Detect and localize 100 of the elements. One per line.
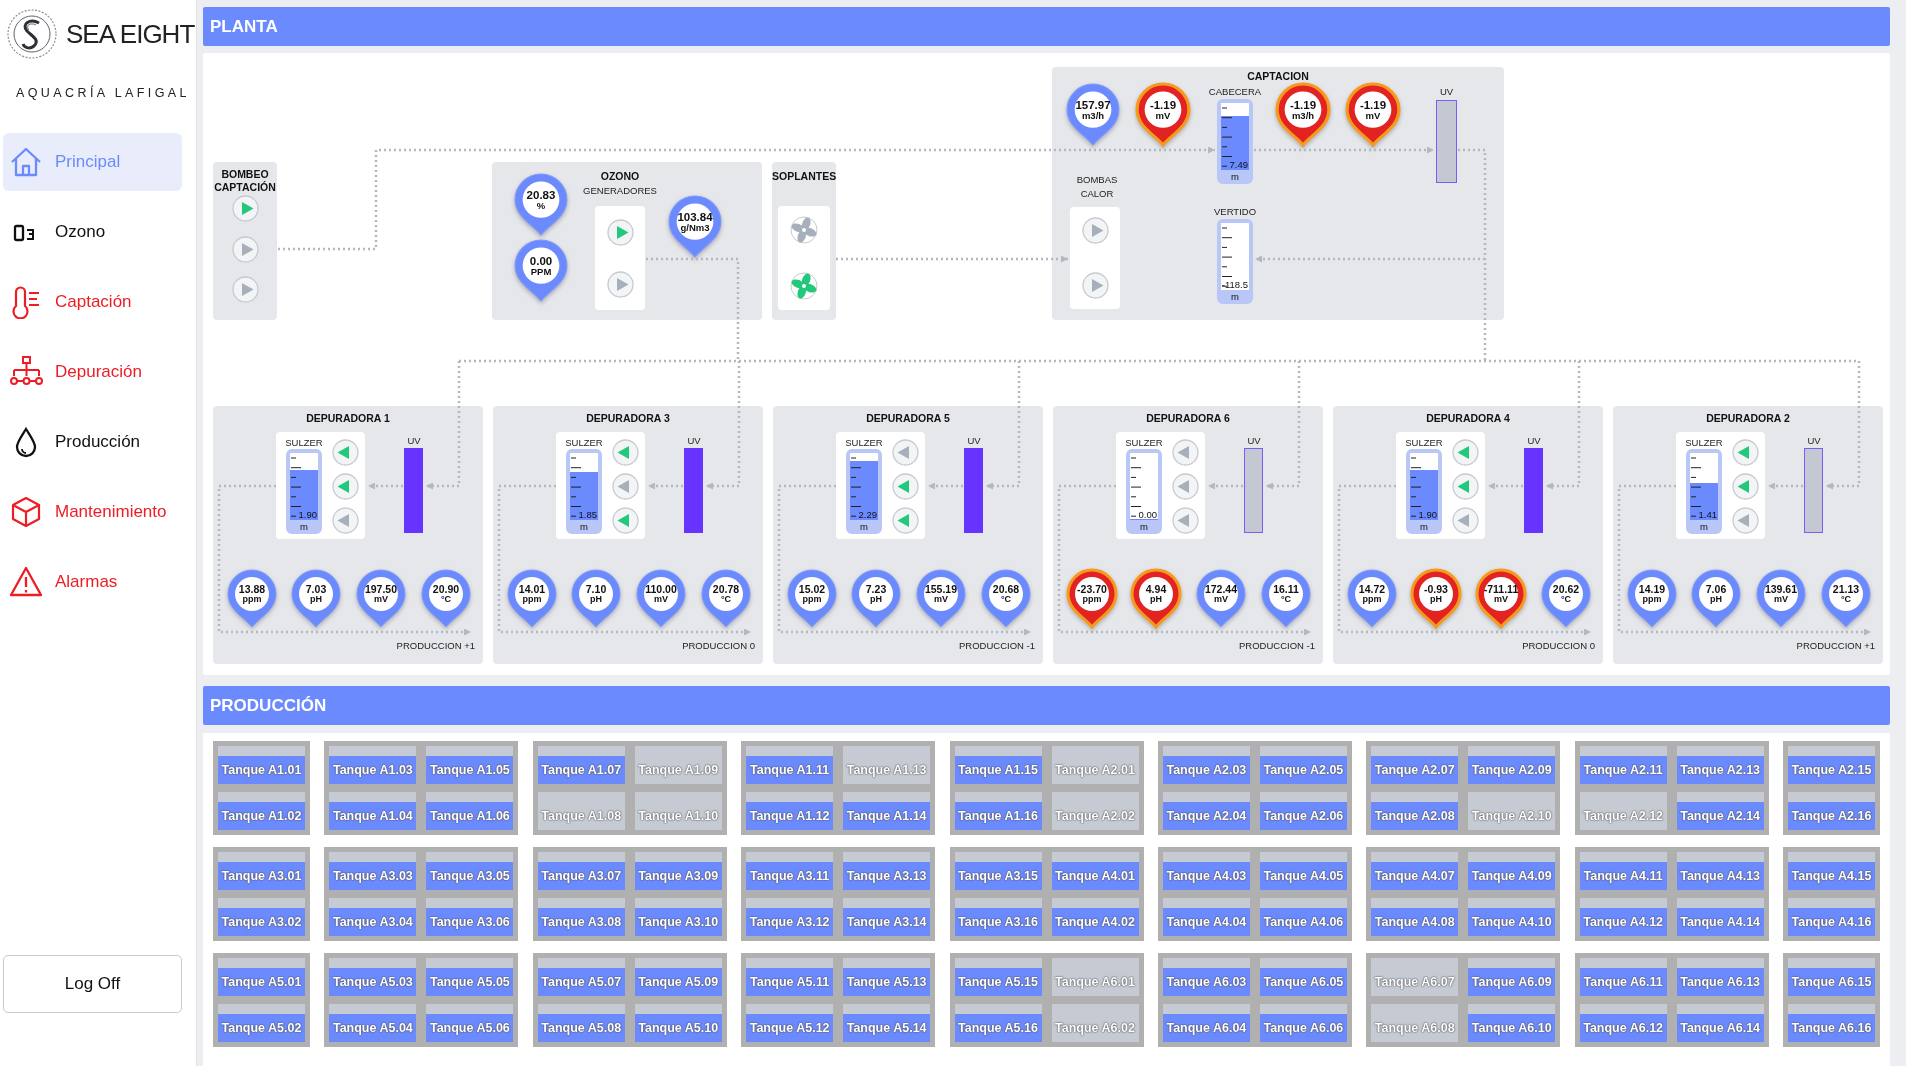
tank-button[interactable]: Tanque A1.07 bbox=[537, 746, 625, 784]
tank-button[interactable]: Tanque A4.01 bbox=[1051, 852, 1139, 890]
tank-button[interactable]: Tanque A6.13 bbox=[1676, 958, 1764, 996]
tank-button[interactable]: Tanque A6.10 bbox=[1468, 1004, 1556, 1042]
tank-button[interactable]: Tanque A6.12 bbox=[1579, 1004, 1667, 1042]
tank-button[interactable]: Tanque A2.14 bbox=[1676, 792, 1764, 830]
tank-button[interactable]: Tanque A3.03 bbox=[329, 852, 417, 890]
tank-button[interactable]: Tanque A5.11 bbox=[746, 958, 834, 996]
tank-button[interactable]: Tanque A2.16 bbox=[1788, 792, 1875, 830]
tank-button[interactable]: Tanque A5.16 bbox=[954, 1004, 1042, 1042]
tank-button[interactable]: Tanque A3.09 bbox=[634, 852, 722, 890]
tank-button[interactable]: Tanque A1.14 bbox=[843, 792, 931, 830]
tank-button[interactable]: Tanque A2.13 bbox=[1676, 746, 1764, 784]
tank-button[interactable]: Tanque A6.07 bbox=[1371, 958, 1459, 996]
tank-button[interactable]: Tanque A5.10 bbox=[634, 1004, 722, 1042]
logoff-button[interactable]: Log Off bbox=[3, 955, 182, 1013]
tank-button[interactable]: Tanque A1.15 bbox=[954, 746, 1042, 784]
tank-button[interactable]: Tanque A4.11 bbox=[1579, 852, 1667, 890]
tank-button[interactable]: Tanque A5.09 bbox=[634, 958, 722, 996]
tank-button[interactable]: Tanque A5.02 bbox=[218, 1004, 305, 1042]
tank-button[interactable]: Tanque A4.12 bbox=[1579, 898, 1667, 936]
tank-button[interactable]: Tanque A5.13 bbox=[843, 958, 931, 996]
tank-button[interactable]: Tanque A4.03 bbox=[1162, 852, 1250, 890]
tank-button[interactable]: Tanque A3.04 bbox=[329, 898, 417, 936]
tank-button[interactable]: Tanque A2.10 bbox=[1468, 792, 1556, 830]
tank-button[interactable]: Tanque A4.04 bbox=[1162, 898, 1250, 936]
tank-button[interactable]: Tanque A5.07 bbox=[537, 958, 625, 996]
tank-button[interactable]: Tanque A5.06 bbox=[426, 1004, 514, 1042]
tank-button[interactable]: Tanque A5.01 bbox=[218, 958, 305, 996]
tank-button[interactable]: Tanque A1.04 bbox=[329, 792, 417, 830]
tank-button[interactable]: Tanque A1.08 bbox=[537, 792, 625, 830]
tank-button[interactable]: Tanque A2.06 bbox=[1259, 792, 1347, 830]
tank-button[interactable]: Tanque A3.11 bbox=[746, 852, 834, 890]
tank-button[interactable]: Tanque A1.06 bbox=[426, 792, 514, 830]
tank-button[interactable]: Tanque A2.12 bbox=[1579, 792, 1667, 830]
tank-button[interactable]: Tanque A4.15 bbox=[1788, 852, 1875, 890]
tank-button[interactable]: Tanque A6.16 bbox=[1788, 1004, 1875, 1042]
tank-button[interactable]: Tanque A1.13 bbox=[843, 746, 931, 784]
nav-item[interactable]: Alarmas bbox=[3, 552, 182, 611]
tank-button[interactable]: Tanque A5.05 bbox=[426, 958, 514, 996]
tank-button[interactable]: Tanque A1.09 bbox=[634, 746, 722, 784]
tank-button[interactable]: Tanque A2.05 bbox=[1259, 746, 1347, 784]
tank-button[interactable]: Tanque A4.10 bbox=[1468, 898, 1556, 936]
tank-button[interactable]: Tanque A5.15 bbox=[954, 958, 1042, 996]
tank-button[interactable]: Tanque A2.15 bbox=[1788, 746, 1875, 784]
tank-button[interactable]: Tanque A5.08 bbox=[537, 1004, 625, 1042]
tank-button[interactable]: Tanque A4.14 bbox=[1676, 898, 1764, 936]
tank-button[interactable]: Tanque A5.03 bbox=[329, 958, 417, 996]
tank-button[interactable]: Tanque A1.10 bbox=[634, 792, 722, 830]
tank-button[interactable]: Tanque A1.05 bbox=[426, 746, 514, 784]
tank-button[interactable]: Tanque A3.02 bbox=[218, 898, 305, 936]
tank-button[interactable]: Tanque A1.03 bbox=[329, 746, 417, 784]
tank-button[interactable]: Tanque A3.07 bbox=[537, 852, 625, 890]
tank-button[interactable]: Tanque A2.11 bbox=[1579, 746, 1667, 784]
tank-button[interactable]: Tanque A6.02 bbox=[1051, 1004, 1139, 1042]
tank-button[interactable]: Tanque A6.08 bbox=[1371, 1004, 1459, 1042]
tank-button[interactable]: Tanque A4.05 bbox=[1259, 852, 1347, 890]
tank-button[interactable]: Tanque A4.07 bbox=[1371, 852, 1459, 890]
tank-button[interactable]: Tanque A3.06 bbox=[426, 898, 514, 936]
nav-item[interactable]: Producción bbox=[3, 412, 182, 471]
tank-button[interactable]: Tanque A4.09 bbox=[1468, 852, 1556, 890]
tank-button[interactable]: Tanque A3.16 bbox=[954, 898, 1042, 936]
tank-button[interactable]: Tanque A6.05 bbox=[1259, 958, 1347, 996]
tank-button[interactable]: Tanque A6.14 bbox=[1676, 1004, 1764, 1042]
tank-button[interactable]: Tanque A6.01 bbox=[1051, 958, 1139, 996]
tank-button[interactable]: Tanque A4.02 bbox=[1051, 898, 1139, 936]
tank-button[interactable]: Tanque A3.12 bbox=[746, 898, 834, 936]
tank-button[interactable]: Tanque A1.12 bbox=[746, 792, 834, 830]
tank-button[interactable]: Tanque A2.04 bbox=[1162, 792, 1250, 830]
tank-button[interactable]: Tanque A3.13 bbox=[843, 852, 931, 890]
tank-button[interactable]: Tanque A3.15 bbox=[954, 852, 1042, 890]
tank-button[interactable]: Tanque A6.15 bbox=[1788, 958, 1875, 996]
tank-button[interactable]: Tanque A1.16 bbox=[954, 792, 1042, 830]
tank-button[interactable]: Tanque A5.14 bbox=[843, 1004, 931, 1042]
tank-button[interactable]: Tanque A4.08 bbox=[1371, 898, 1459, 936]
tank-button[interactable]: Tanque A1.02 bbox=[218, 792, 305, 830]
tank-button[interactable]: Tanque A1.11 bbox=[746, 746, 834, 784]
nav-item[interactable]: Principal bbox=[3, 132, 182, 191]
tank-button[interactable]: Tanque A2.07 bbox=[1371, 746, 1459, 784]
tank-button[interactable]: Tanque A2.02 bbox=[1051, 792, 1139, 830]
tank-button[interactable]: Tanque A2.03 bbox=[1162, 746, 1250, 784]
nav-item[interactable]: Depuración bbox=[3, 342, 182, 401]
tank-button[interactable]: Tanque A3.05 bbox=[426, 852, 514, 890]
tank-button[interactable]: Tanque A4.16 bbox=[1788, 898, 1875, 936]
nav-item[interactable]: Mantenimiento bbox=[3, 482, 182, 541]
tank-button[interactable]: Tanque A6.06 bbox=[1259, 1004, 1347, 1042]
tank-button[interactable]: Tanque A6.11 bbox=[1579, 958, 1667, 996]
tank-button[interactable]: Tanque A3.08 bbox=[537, 898, 625, 936]
tank-button[interactable]: Tanque A4.06 bbox=[1259, 898, 1347, 936]
tank-button[interactable]: Tanque A2.01 bbox=[1051, 746, 1139, 784]
tank-button[interactable]: Tanque A5.04 bbox=[329, 1004, 417, 1042]
tank-button[interactable]: Tanque A6.03 bbox=[1162, 958, 1250, 996]
tank-button[interactable]: Tanque A5.12 bbox=[746, 1004, 834, 1042]
tank-button[interactable]: Tanque A1.01 bbox=[218, 746, 305, 784]
tank-button[interactable]: Tanque A6.09 bbox=[1468, 958, 1556, 996]
nav-item[interactable]: Ozono bbox=[3, 202, 182, 261]
tank-button[interactable]: Tanque A3.01 bbox=[218, 852, 305, 890]
tank-button[interactable]: Tanque A3.10 bbox=[634, 898, 722, 936]
tank-button[interactable]: Tanque A6.04 bbox=[1162, 1004, 1250, 1042]
tank-button[interactable]: Tanque A2.09 bbox=[1468, 746, 1556, 784]
